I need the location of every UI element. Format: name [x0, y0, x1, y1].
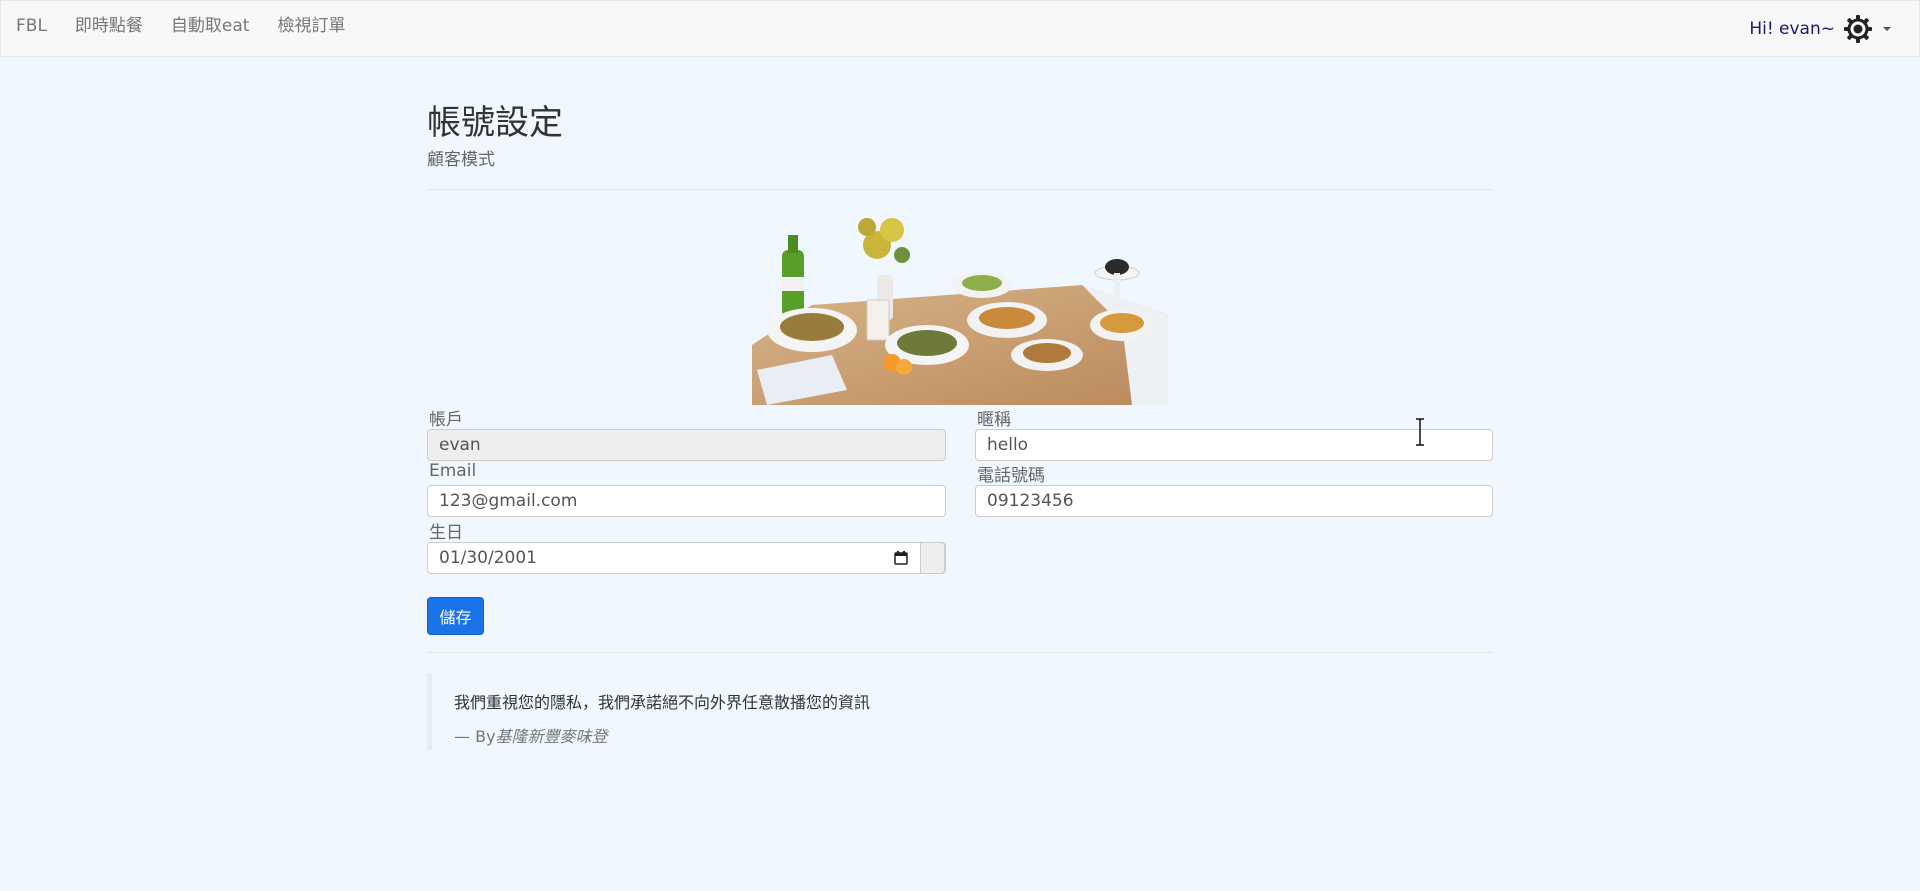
header-divider — [427, 189, 1493, 190]
user-menu[interactable]: Hi! evan~ — [1749, 1, 1891, 57]
account-field: evan — [427, 429, 946, 461]
privacy-statement: 我們重視您的隱私，我們承諾絕不向外界任意散播您的資訊 — [454, 693, 871, 712]
nav-links: FBL 即時點餐 自動取eat 檢視訂單 — [1, 1, 359, 51]
quote-footer: — By基隆新豐麥味登 — [454, 723, 608, 747]
birthday-label: 生日 — [429, 523, 463, 543]
nav-link-self-pickup[interactable]: 自動取eat — [157, 1, 264, 51]
nickname-label: 暱稱 — [977, 410, 1011, 430]
birthday-addon — [920, 542, 945, 574]
account-label: 帳戶 — [429, 410, 463, 430]
nav-link-view-orders[interactable]: 檢視訂單 — [263, 1, 359, 51]
user-greeting: Hi! evan~ — [1749, 19, 1835, 39]
page-subtitle: 顧客模式 — [427, 150, 495, 170]
quote-dash: — — [454, 727, 470, 746]
phone-field[interactable]: 09123456 — [975, 485, 1493, 517]
birthday-value: 01/30/2001 — [439, 548, 537, 568]
chevron-down-icon[interactable] — [1883, 27, 1891, 31]
quote-author: 基隆新豐麥味登 — [495, 727, 608, 746]
nav-brand[interactable]: FBL — [1, 1, 61, 51]
calendar-icon[interactable] — [894, 551, 908, 565]
top-navbar: FBL 即時點餐 自動取eat 檢視訂單 Hi! evan~ — [0, 0, 1920, 57]
food-table-image — [752, 218, 1168, 405]
phone-label: 電話號碼 — [977, 466, 1045, 486]
email-field[interactable]: 123@gmail.com — [427, 485, 946, 517]
email-label: Email — [429, 461, 477, 481]
gear-icon[interactable] — [1843, 14, 1873, 44]
text-cursor-icon — [1416, 418, 1424, 446]
quote-by: By — [475, 727, 496, 746]
page-title: 帳號設定 — [427, 103, 563, 143]
birthday-date-input[interactable]: 01/30/2001 — [427, 542, 946, 574]
form-divider — [427, 652, 1493, 653]
privacy-quote: 我們重視您的隱私，我們承諾絕不向外界任意散播您的資訊 — By基隆新豐麥味登 — [427, 673, 1127, 750]
save-button[interactable]: 儲存 — [427, 597, 484, 635]
nav-link-instant-order[interactable]: 即時點餐 — [61, 1, 157, 51]
